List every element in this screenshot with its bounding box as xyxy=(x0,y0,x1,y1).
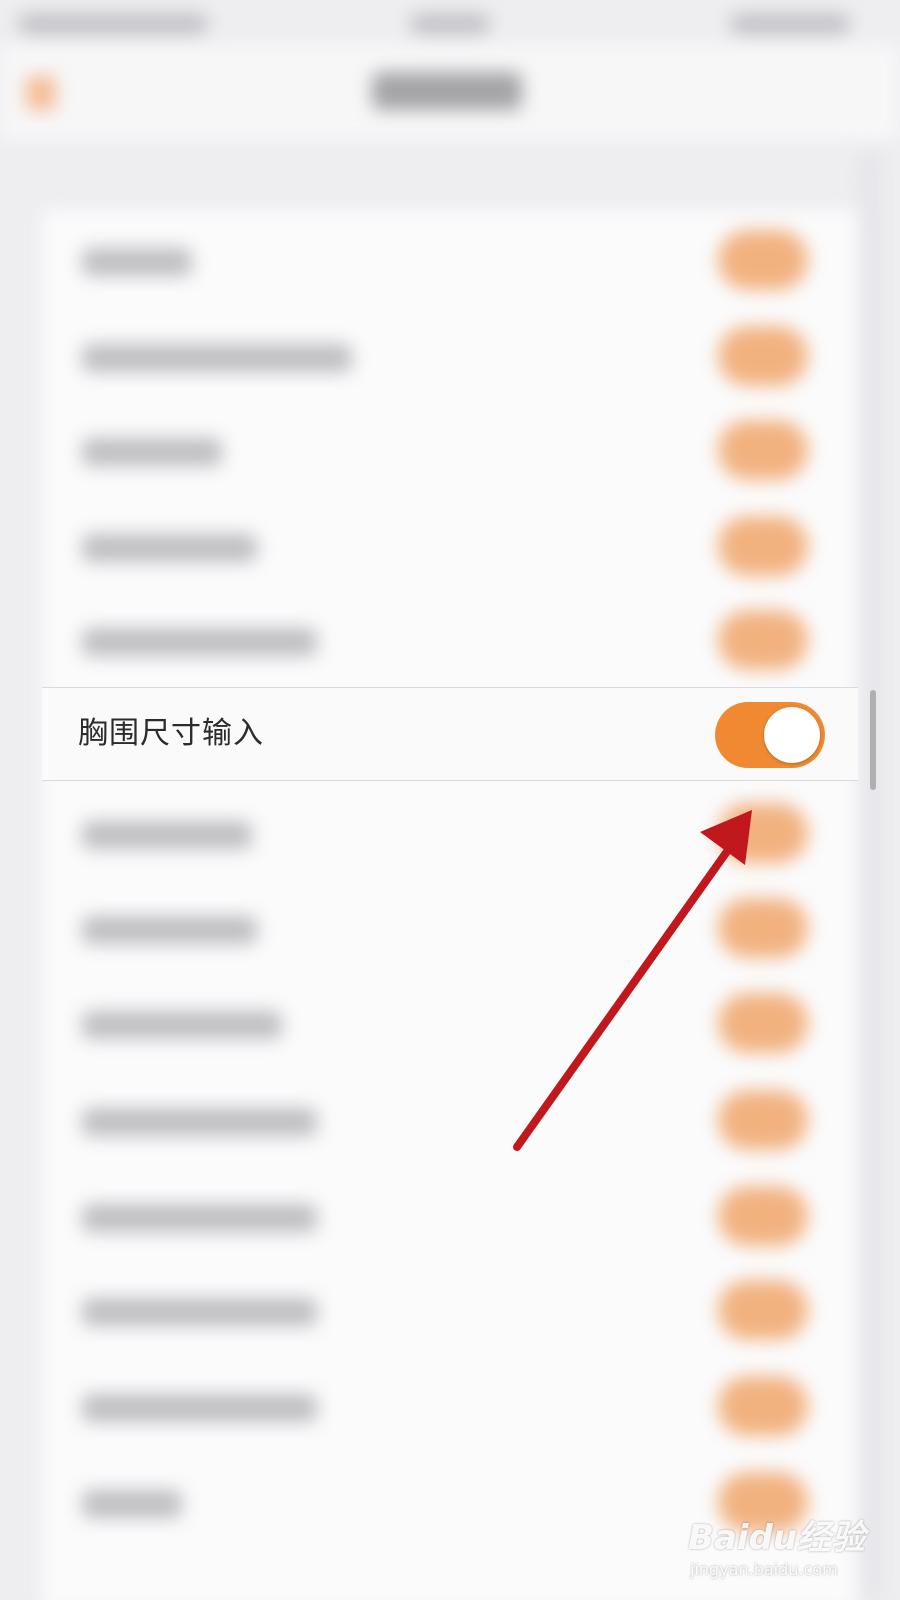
back-icon xyxy=(26,76,56,110)
bust-size-input-toggle[interactable] xyxy=(715,702,825,768)
setting-row-bust-size-input[interactable]: 胸围尺寸输入 xyxy=(42,687,858,781)
list-item xyxy=(42,402,858,498)
list-item xyxy=(42,592,858,688)
nav-title-blob xyxy=(372,72,522,110)
list-item xyxy=(42,1358,858,1454)
status-time-blob xyxy=(410,14,490,34)
nav-bar xyxy=(0,44,900,140)
watermark-url: jingyan.baidu.com xyxy=(690,1560,838,1579)
scroll-edge xyxy=(858,150,882,1600)
list-item xyxy=(42,975,858,1071)
list-item xyxy=(42,498,858,594)
list-item xyxy=(42,1168,858,1264)
status-left-blob xyxy=(18,14,208,34)
blurred-background xyxy=(0,0,900,1600)
list-item xyxy=(42,212,858,308)
list-item xyxy=(42,308,858,404)
toggle-knob xyxy=(764,707,820,763)
setting-row-label: 胸围尺寸输入 xyxy=(78,716,264,751)
list-item xyxy=(42,785,858,881)
status-right-blob xyxy=(730,14,850,34)
app-screen: 胸围尺寸输入 Baidu经验 jingyan.baidu.com xyxy=(0,0,900,1600)
settings-list xyxy=(42,210,858,1600)
watermark-logo: Baidu经验 xyxy=(688,1518,866,1558)
list-item xyxy=(42,880,858,976)
scroll-indicator xyxy=(870,690,876,790)
status-bar xyxy=(0,0,900,44)
list-item xyxy=(42,1262,858,1358)
baidu-jingyan-watermark: Baidu经验 jingyan.baidu.com xyxy=(688,1500,878,1592)
list-item xyxy=(42,1072,858,1168)
